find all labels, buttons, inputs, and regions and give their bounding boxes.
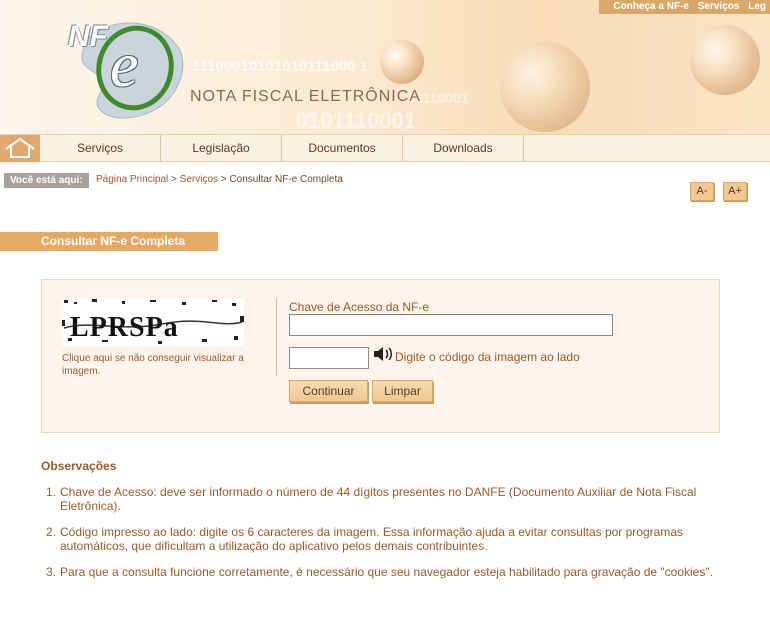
- home-button[interactable]: [0, 135, 40, 162]
- logo-e: e: [110, 29, 139, 100]
- list-item-text: Chave de Acesso: deve ser informado o nú…: [60, 485, 697, 513]
- decorative-sphere: [500, 42, 590, 132]
- page-title: Consultar NF-e Completa: [0, 232, 218, 251]
- nav-item-legislacao[interactable]: Legislação: [161, 135, 282, 162]
- breadcrumb-services-link[interactable]: Serviços: [180, 174, 218, 185]
- breadcrumb-current: Consultar NF-e Completa: [229, 174, 343, 185]
- list-item-number: 1.: [46, 485, 57, 499]
- list-item-number: 3.: [46, 565, 57, 579]
- captcha-help-link[interactable]: Clique aqui se não conseguir visualizar …: [62, 352, 267, 378]
- captcha-text: LPRSPa: [70, 312, 179, 343]
- nav-item-documentos[interactable]: Documentos: [282, 135, 403, 162]
- list-item-text: Código impresso ao lado: digite os 6 car…: [60, 525, 683, 553]
- font-decrease-button[interactable]: A-: [690, 182, 714, 201]
- observations-title: Observações: [41, 459, 117, 473]
- top-link-conheca[interactable]: Conheça a NF-e: [613, 1, 689, 12]
- nav-item-servicos[interactable]: Serviços: [40, 135, 161, 162]
- binary-decoration: 0101110001: [296, 108, 416, 133]
- breadcrumb-separator: >: [218, 174, 230, 185]
- list-item: 3. Para que a consulta funcione corretam…: [46, 565, 730, 579]
- continue-button[interactable]: Continuar: [289, 380, 368, 402]
- main-nav: Serviços Legislação Documentos Downloads: [0, 134, 770, 162]
- access-key-input[interactable]: [289, 314, 613, 336]
- nfe-logo[interactable]: NF e: [60, 10, 190, 128]
- breadcrumb-label: Você está aqui:: [4, 173, 89, 188]
- breadcrumb-home-link[interactable]: Página Principal: [96, 174, 168, 185]
- captcha-code-input[interactable]: [289, 347, 369, 369]
- list-item-number: 2.: [46, 525, 57, 539]
- list-item: 2. Código impresso ao lado: digite os 6 …: [46, 525, 730, 553]
- captcha-code-label: Digite o código da imagem ao lado: [395, 350, 580, 364]
- list-item: 1. Chave de Acesso: deve ser informado o…: [46, 485, 730, 513]
- form-divider: [276, 298, 277, 376]
- home-icon: [5, 137, 35, 158]
- logo-text: NF: [68, 20, 108, 53]
- access-key-label: Chave de Acesso da NF-e: [289, 300, 430, 314]
- breadcrumb-separator: >: [168, 174, 180, 185]
- list-item-text: Para que a consulta funcione corretament…: [60, 565, 713, 579]
- clear-button[interactable]: Limpar: [372, 380, 433, 402]
- decorative-sphere: [690, 25, 760, 95]
- font-increase-button[interactable]: A+: [723, 182, 747, 201]
- breadcrumb: Página Principal > Serviços > Consultar …: [96, 174, 343, 185]
- binary-decoration: 11100010101010111000 1: [192, 58, 369, 75]
- header-title: NOTA FISCAL ELETRÔNICA: [190, 88, 421, 105]
- decorative-sphere: [380, 40, 424, 84]
- header-banner: 11100010101010111000 1 01110001 01011100…: [0, 0, 770, 134]
- top-links: Conheça a NF-e Serviços Leg: [599, 0, 770, 14]
- observations-list: 1. Chave de Acesso: deve ser informado o…: [46, 485, 730, 591]
- top-link-servicos[interactable]: Serviços: [698, 1, 740, 12]
- speaker-icon[interactable]: [372, 346, 394, 362]
- captcha-image: LPRSPa: [62, 298, 244, 346]
- top-link-legislacao[interactable]: Leg: [748, 1, 766, 12]
- nav-item-downloads[interactable]: Downloads: [403, 135, 524, 162]
- query-form-panel: LPRSPa Clique aqui se não conseguir visu…: [41, 279, 720, 433]
